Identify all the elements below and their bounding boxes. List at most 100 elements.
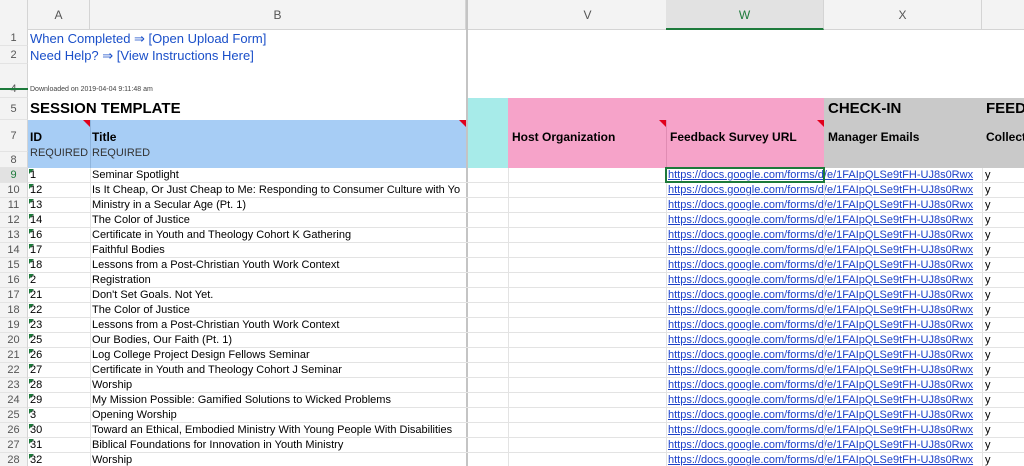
id-cell[interactable]: 28 — [30, 378, 88, 393]
id-cell[interactable]: 31 — [30, 438, 88, 453]
row-header-5[interactable]: 5 — [0, 98, 28, 120]
comment-indicator[interactable] — [659, 120, 666, 127]
collect-cell[interactable]: y — [985, 213, 1024, 228]
title-cell[interactable]: Is It Cheap, Or Just Cheap to Me: Respon… — [92, 183, 466, 198]
collect-cell[interactable]: y — [985, 273, 1024, 288]
comment-indicator[interactable] — [83, 120, 90, 127]
title-cell[interactable]: Certificate in Youth and Theology Cohort… — [92, 363, 466, 378]
collect-cell[interactable]: y — [985, 318, 1024, 333]
id-cell[interactable]: 22 — [30, 303, 88, 318]
column-header-b[interactable]: B — [90, 0, 466, 30]
row-header[interactable]: 10 — [0, 183, 28, 198]
collect-cell[interactable]: y — [985, 423, 1024, 438]
row-header[interactable]: 15 — [0, 258, 28, 273]
feedback-url-cell[interactable]: https://docs.google.com/forms/d/e/1FAIpQ… — [668, 228, 982, 243]
feedback-url-cell[interactable]: https://docs.google.com/forms/d/e/1FAIpQ… — [668, 243, 982, 258]
collect-cell[interactable]: y — [985, 303, 1024, 318]
id-cell[interactable]: 18 — [30, 258, 88, 273]
row-header[interactable]: 18 — [0, 303, 28, 318]
row-header[interactable]: 11 — [0, 198, 28, 213]
column-header-x[interactable]: X — [824, 0, 982, 30]
title-cell[interactable]: Worship — [92, 378, 466, 393]
feedback-url-cell[interactable]: https://docs.google.com/forms/d/e/1FAIpQ… — [668, 183, 982, 198]
title-cell[interactable]: Registration — [92, 273, 466, 288]
row-header-8[interactable]: 8 — [0, 152, 28, 168]
id-cell[interactable]: 17 — [30, 243, 88, 258]
row-header[interactable]: 26 — [0, 423, 28, 438]
collect-cell[interactable]: y — [985, 363, 1024, 378]
row-header[interactable]: 24 — [0, 393, 28, 408]
collect-cell[interactable]: y — [985, 408, 1024, 423]
row-header[interactable]: 12 — [0, 213, 28, 228]
row-header[interactable]: 20 — [0, 333, 28, 348]
row-header-1[interactable]: 1 — [0, 30, 28, 46]
id-cell[interactable]: 1 — [30, 168, 88, 183]
feedback-url-cell[interactable]: https://docs.google.com/forms/d/e/1FAIpQ… — [668, 198, 982, 213]
comment-indicator[interactable] — [459, 120, 466, 127]
title-cell[interactable]: Lessons from a Post-Christian Youth Work… — [92, 258, 466, 273]
id-cell[interactable]: 13 — [30, 198, 88, 213]
row-header-2[interactable]: 2 — [0, 46, 28, 64]
row-header[interactable]: 16 — [0, 273, 28, 288]
row-header[interactable]: 28 — [0, 453, 28, 466]
id-cell[interactable]: 27 — [30, 363, 88, 378]
feedback-url-cell[interactable]: https://docs.google.com/forms/d/e/1FAIpQ… — [668, 258, 982, 273]
upload-form-link[interactable]: When Completed ⇒ [Open Upload Form] — [30, 31, 266, 47]
row-header[interactable]: 19 — [0, 318, 28, 333]
collect-cell[interactable]: y — [985, 288, 1024, 303]
collect-cell[interactable]: y — [985, 183, 1024, 198]
id-cell[interactable]: 12 — [30, 183, 88, 198]
title-cell[interactable]: My Mission Possible: Gamified Solutions … — [92, 393, 466, 408]
title-cell[interactable]: Log College Project Design Fellows Semin… — [92, 348, 466, 363]
id-cell[interactable]: 14 — [30, 213, 88, 228]
id-cell[interactable]: 2 — [30, 273, 88, 288]
title-cell[interactable]: Seminar Spotlight — [92, 168, 466, 183]
id-cell[interactable]: 25 — [30, 333, 88, 348]
id-cell[interactable]: 3 — [30, 408, 88, 423]
feedback-url-cell[interactable]: https://docs.google.com/forms/d/e/1FAIpQ… — [668, 393, 982, 408]
collect-cell[interactable]: y — [985, 393, 1024, 408]
feedback-url-cell[interactable]: https://docs.google.com/forms/d/e/1FAIpQ… — [668, 213, 982, 228]
title-cell[interactable]: Toward an Ethical, Embodied Ministry Wit… — [92, 423, 466, 438]
collect-cell[interactable]: y — [985, 333, 1024, 348]
feedback-url-cell[interactable]: https://docs.google.com/forms/d/e/1FAIpQ… — [668, 378, 982, 393]
comment-indicator[interactable] — [817, 120, 824, 127]
row-header[interactable]: 13 — [0, 228, 28, 243]
collect-cell[interactable]: y — [985, 348, 1024, 363]
row-header[interactable]: 27 — [0, 438, 28, 453]
feedback-url-cell[interactable]: https://docs.google.com/forms/d/e/1FAIpQ… — [668, 333, 982, 348]
feedback-url-cell[interactable]: https://docs.google.com/forms/d/e/1FAIpQ… — [668, 348, 982, 363]
title-cell[interactable]: Ministry in a Secular Age (Pt. 1) — [92, 198, 466, 213]
feedback-url-cell[interactable]: https://docs.google.com/forms/d/e/1FAIpQ… — [668, 273, 982, 288]
feedback-url-cell[interactable]: https://docs.google.com/forms/d/e/1FAIpQ… — [668, 423, 982, 438]
feedback-url-cell[interactable]: https://docs.google.com/forms/d/e/1FAIpQ… — [668, 288, 982, 303]
id-cell[interactable]: 16 — [30, 228, 88, 243]
collect-cell[interactable]: y — [985, 378, 1024, 393]
row-header-4[interactable]: 4 — [0, 64, 28, 98]
title-cell[interactable]: Biblical Foundations for Innovation in Y… — [92, 438, 466, 453]
feedback-url-cell[interactable]: https://docs.google.com/forms/d/e/1FAIpQ… — [668, 438, 982, 453]
title-cell[interactable]: Don't Set Goals. Not Yet. — [92, 288, 466, 303]
column-header-a[interactable]: A — [28, 0, 90, 30]
column-header-next[interactable] — [982, 0, 1024, 30]
feedback-url-cell[interactable]: https://docs.google.com/forms/d/e/1FAIpQ… — [668, 303, 982, 318]
collect-cell[interactable]: y — [985, 258, 1024, 273]
id-cell[interactable]: 26 — [30, 348, 88, 363]
collect-cell[interactable]: y — [985, 453, 1024, 466]
collect-cell[interactable]: y — [985, 168, 1024, 183]
id-cell[interactable]: 21 — [30, 288, 88, 303]
id-cell[interactable]: 32 — [30, 453, 88, 466]
feedback-url-cell[interactable]: https://docs.google.com/forms/d/e/1FAIpQ… — [668, 408, 982, 423]
feedback-url-cell[interactable]: https://docs.google.com/forms/d/e/1FAIpQ… — [668, 318, 982, 333]
row-header[interactable]: 23 — [0, 378, 28, 393]
row-header[interactable]: 17 — [0, 288, 28, 303]
column-header-w[interactable]: W — [666, 0, 824, 30]
collect-cell[interactable]: y — [985, 243, 1024, 258]
feedback-url-cell[interactable]: https://docs.google.com/forms/d/e/1FAIpQ… — [668, 453, 982, 466]
row-header-7[interactable]: 7 — [0, 120, 28, 152]
collect-cell[interactable]: y — [985, 438, 1024, 453]
select-all-corner[interactable] — [0, 0, 28, 30]
feedback-url-cell[interactable]: https://docs.google.com/forms/d/e/1FAIpQ… — [668, 363, 982, 378]
title-cell[interactable]: Faithful Bodies — [92, 243, 466, 258]
row-header[interactable]: 22 — [0, 363, 28, 378]
